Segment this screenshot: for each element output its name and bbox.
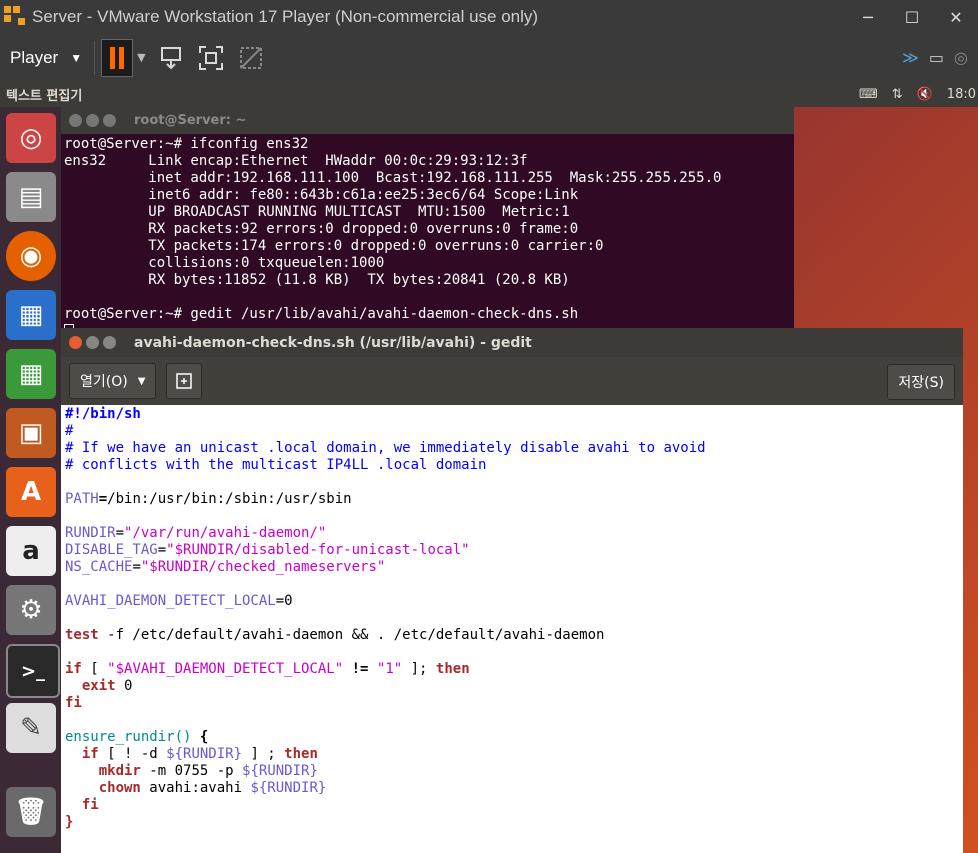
chevron-down-icon: ▼: [70, 50, 83, 65]
minimize-icon[interactable]: [86, 336, 99, 349]
maximize-icon[interactable]: [103, 336, 116, 349]
terminal-title: root@Server: ~: [134, 113, 247, 128]
maximize-icon[interactable]: [103, 114, 116, 127]
editor-text-area[interactable]: #!/bin/sh # # If we have an unicast .loc…: [61, 405, 963, 853]
player-menu-label: Player: [10, 47, 59, 67]
gedit-toolbar: 열기(O) ▼ 저장(S): [61, 357, 963, 405]
fullscreen-icon[interactable]: [196, 43, 226, 73]
gedit-title-bar: avahi-daemon-check-dns.sh (/usr/lib/avah…: [61, 328, 963, 357]
vmware-window-title: Server - VMware Workstation 17 Player (N…: [32, 7, 539, 26]
cd-drive-icon[interactable]: ◎: [954, 48, 968, 67]
hard-disk-icon[interactable]: ▭: [929, 48, 944, 67]
clock[interactable]: 18:0: [947, 87, 976, 102]
gedit-title: avahi-daemon-check-dns.sh (/usr/lib/avah…: [134, 334, 532, 351]
terminal-window[interactable]: root@Server: ~ root@Server:~# ifconfig e…: [61, 107, 794, 337]
open-button[interactable]: 열기(O) ▼: [69, 363, 157, 399]
player-menu-button[interactable]: Player ▼: [10, 48, 82, 68]
volume-muted-icon[interactable]: 🔇: [917, 87, 933, 102]
text-editor-icon[interactable]: ✎: [6, 703, 56, 753]
close-icon[interactable]: [69, 114, 82, 127]
chevron-down-icon: ▼: [137, 375, 146, 387]
writer-icon[interactable]: ▦: [6, 290, 56, 340]
close-icon[interactable]: [69, 336, 82, 349]
pause-dropdown-icon[interactable]: ▼: [137, 51, 145, 64]
unity-mode-icon[interactable]: [236, 43, 266, 73]
vmware-title-bar: Server - VMware Workstation 17 Player (N…: [0, 0, 978, 34]
keyboard-icon[interactable]: ⌨: [859, 87, 878, 102]
ubuntu-top-panel: 텍스트 편집기 ⌨ ⇅ 🔇 18:0: [0, 81, 978, 107]
terminal-title-bar: root@Server: ~: [61, 107, 794, 134]
toolbar-divider: [94, 40, 96, 75]
impress-icon[interactable]: ▣: [6, 408, 56, 458]
save-label: 저장(S): [898, 375, 944, 391]
minimize-icon[interactable]: [86, 114, 99, 127]
ubuntu-launcher: ◎ ▤ ◉ ▦ ▦ ▣ A a ⚙ >_ ✎ 🗑: [0, 107, 61, 853]
new-document-button[interactable]: [166, 363, 203, 399]
save-button[interactable]: 저장(S): [887, 364, 955, 400]
send-ctrl-alt-del-icon[interactable]: [156, 43, 186, 73]
maximize-icon[interactable]: ☐: [890, 0, 934, 34]
system-settings-icon[interactable]: ⚙: [6, 585, 56, 635]
calc-icon[interactable]: ▦: [6, 349, 56, 399]
files-icon[interactable]: ▤: [6, 172, 56, 222]
pause-button[interactable]: [101, 38, 134, 77]
ubuntu-dash-icon[interactable]: ◎: [6, 113, 56, 163]
new-document-icon: [176, 373, 193, 389]
active-app-name: 텍스트 편집기: [6, 88, 83, 104]
vmware-toolbar: Player ▼ ▼ ≫ ▭ ◎: [0, 34, 978, 81]
software-center-icon[interactable]: A: [6, 467, 56, 517]
vmware-logo-icon: [4, 6, 28, 28]
terminal-output[interactable]: root@Server:~# ifconfig ens32 ens32 Link…: [61, 134, 794, 340]
terminal-icon[interactable]: >_: [6, 644, 60, 698]
firefox-icon[interactable]: ◉: [6, 231, 56, 281]
open-label: 열기(O): [80, 374, 128, 390]
amazon-icon[interactable]: a: [6, 526, 56, 576]
network-icon[interactable]: ⇅: [892, 87, 903, 102]
trash-icon[interactable]: 🗑: [6, 787, 56, 837]
gedit-window[interactable]: avahi-daemon-check-dns.sh (/usr/lib/avah…: [61, 328, 963, 853]
forward-icon[interactable]: ≫: [902, 48, 919, 67]
minimize-icon[interactable]: ─: [846, 0, 890, 34]
close-icon[interactable]: ✕: [934, 0, 978, 34]
